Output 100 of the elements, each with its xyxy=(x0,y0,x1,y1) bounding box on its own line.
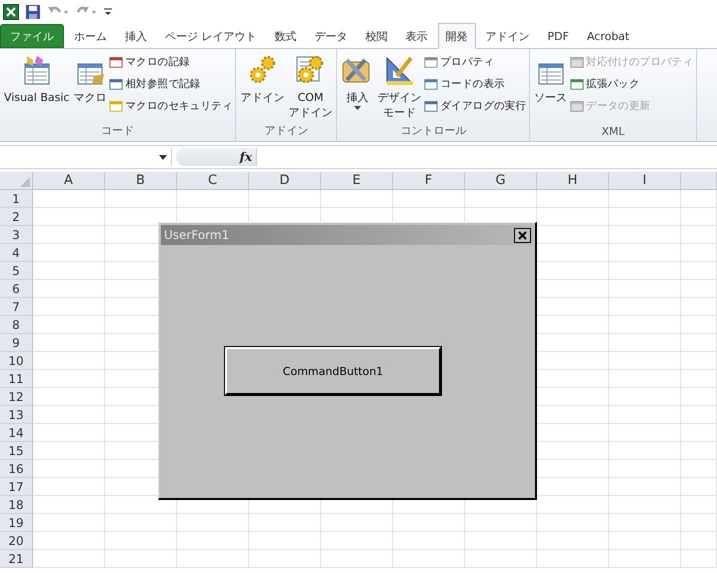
sheet-cell[interactable] xyxy=(33,406,105,424)
row-header[interactable]: 11 xyxy=(0,370,33,388)
sheet-cell[interactable] xyxy=(33,316,105,334)
ribbon-small-button[interactable]: 拡張パック xyxy=(569,74,694,94)
sheet-cell[interactable] xyxy=(609,370,681,388)
sheet-cell[interactable] xyxy=(681,532,717,550)
ribbon-button[interactable]: マクロ xyxy=(71,52,108,123)
insert-function-button[interactable]: fx xyxy=(240,150,252,164)
sheet-cell[interactable] xyxy=(321,190,393,208)
sheet-cell[interactable] xyxy=(681,424,717,442)
column-header[interactable] xyxy=(681,172,717,190)
ribbon-tab[interactable]: ホーム xyxy=(66,24,115,48)
ribbon-small-button[interactable]: ダイアログの実行 xyxy=(423,96,528,116)
row-header[interactable]: 17 xyxy=(0,478,33,496)
sheet-cell[interactable] xyxy=(681,388,717,406)
sheet-cell[interactable] xyxy=(33,244,105,262)
ribbon-button[interactable]: アドイン xyxy=(238,52,286,123)
ribbon-button[interactable]: Visual Basic xyxy=(2,52,72,123)
sheet-cell[interactable] xyxy=(681,334,717,352)
sheet-cell[interactable] xyxy=(249,550,321,568)
sheet-cell[interactable] xyxy=(609,352,681,370)
ribbon-tab[interactable]: ページ レイアウト xyxy=(157,24,264,48)
row-header[interactable]: 20 xyxy=(0,532,33,550)
ribbon-button[interactable]: COM アドイン xyxy=(286,52,334,123)
sheet-cell[interactable] xyxy=(609,316,681,334)
sheet-cell[interactable] xyxy=(681,406,717,424)
sheet-cell[interactable] xyxy=(609,334,681,352)
sheet-cell[interactable] xyxy=(249,190,321,208)
excel-logo-icon[interactable] xyxy=(3,4,19,20)
sheet-cell[interactable] xyxy=(537,208,609,226)
ribbon-tab[interactable]: データ xyxy=(306,24,356,48)
sheet-cell[interactable] xyxy=(609,388,681,406)
sheet-cell[interactable] xyxy=(537,190,609,208)
sheet-cell[interactable] xyxy=(609,244,681,262)
sheet-cell[interactable] xyxy=(609,442,681,460)
ribbon-small-button[interactable]: コードの表示 xyxy=(423,74,528,94)
row-header[interactable]: 6 xyxy=(0,280,33,298)
ribbon-tab[interactable]: 開発 xyxy=(438,23,476,49)
sheet-cell[interactable] xyxy=(33,424,105,442)
sheet-cell[interactable] xyxy=(33,514,105,532)
sheet-cell[interactable] xyxy=(609,262,681,280)
row-header[interactable]: 8 xyxy=(0,316,33,334)
sheet-cell[interactable] xyxy=(681,370,717,388)
sheet-cell[interactable] xyxy=(33,190,105,208)
close-icon[interactable] xyxy=(514,228,531,242)
sheet-cell[interactable] xyxy=(393,514,465,532)
row-header[interactable]: 12 xyxy=(0,388,33,406)
sheet-cell[interactable] xyxy=(609,550,681,568)
ribbon-tab[interactable]: 挿入 xyxy=(117,24,155,48)
sheet-cell[interactable] xyxy=(465,550,537,568)
sheet-cell[interactable] xyxy=(33,208,105,226)
sheet-cell[interactable] xyxy=(681,478,717,496)
row-header[interactable]: 21 xyxy=(0,550,33,568)
sheet-cell[interactable] xyxy=(609,190,681,208)
row-header[interactable]: 1 xyxy=(0,190,33,208)
sheet-cell[interactable] xyxy=(537,550,609,568)
sheet-cell[interactable] xyxy=(609,226,681,244)
sheet-cell[interactable] xyxy=(681,316,717,334)
sheet-cell[interactable] xyxy=(33,262,105,280)
sheet-cell[interactable] xyxy=(609,532,681,550)
ribbon-button[interactable]: ソース xyxy=(532,52,570,125)
sheet-cell[interactable] xyxy=(681,460,717,478)
row-header[interactable]: 3 xyxy=(0,226,33,244)
sheet-cell[interactable] xyxy=(681,280,717,298)
sheet-cell[interactable] xyxy=(33,478,105,496)
sheet-cell[interactable] xyxy=(33,460,105,478)
row-header[interactable]: 15 xyxy=(0,442,33,460)
ribbon-tab[interactable]: 数式 xyxy=(266,24,304,48)
sheet-cell[interactable] xyxy=(249,532,321,550)
save-icon[interactable] xyxy=(25,4,41,20)
ribbon-button[interactable]: デザイン モード xyxy=(375,52,424,123)
row-header[interactable]: 4 xyxy=(0,244,33,262)
sheet-cell[interactable] xyxy=(105,532,177,550)
sheet-cell[interactable] xyxy=(321,532,393,550)
sheet-cell[interactable] xyxy=(177,190,249,208)
sheet-cell[interactable] xyxy=(105,514,177,532)
sheet-cell[interactable] xyxy=(177,532,249,550)
select-all-corner[interactable] xyxy=(0,172,33,190)
ribbon-tab[interactable]: PDF xyxy=(540,24,577,48)
ribbon-tab[interactable]: アドイン xyxy=(478,24,538,48)
ribbon-tab[interactable]: 校閲 xyxy=(358,24,396,48)
ribbon-button[interactable]: 挿入 xyxy=(339,52,376,123)
triangle-icon[interactable] xyxy=(20,177,30,187)
sheet-cell[interactable] xyxy=(33,226,105,244)
sheet-cell[interactable] xyxy=(33,388,105,406)
sheet-cell[interactable] xyxy=(609,298,681,316)
ribbon-tab[interactable]: 表示 xyxy=(398,24,436,48)
sheet-cell[interactable] xyxy=(33,442,105,460)
sheet-cell[interactable] xyxy=(681,352,717,370)
sheet-cell[interactable] xyxy=(33,280,105,298)
row-header[interactable]: 19 xyxy=(0,514,33,532)
sheet-cell[interactable] xyxy=(393,532,465,550)
ribbon-small-button[interactable]: マクロの記録 xyxy=(108,52,234,72)
sheet-cell[interactable] xyxy=(609,460,681,478)
sheet-cell[interactable] xyxy=(681,190,717,208)
row-header[interactable]: 2 xyxy=(0,208,33,226)
row-header[interactable]: 18 xyxy=(0,496,33,514)
column-header[interactable]: F xyxy=(393,172,465,190)
sheet-cell[interactable] xyxy=(249,514,321,532)
sheet-cell[interactable] xyxy=(537,496,609,514)
